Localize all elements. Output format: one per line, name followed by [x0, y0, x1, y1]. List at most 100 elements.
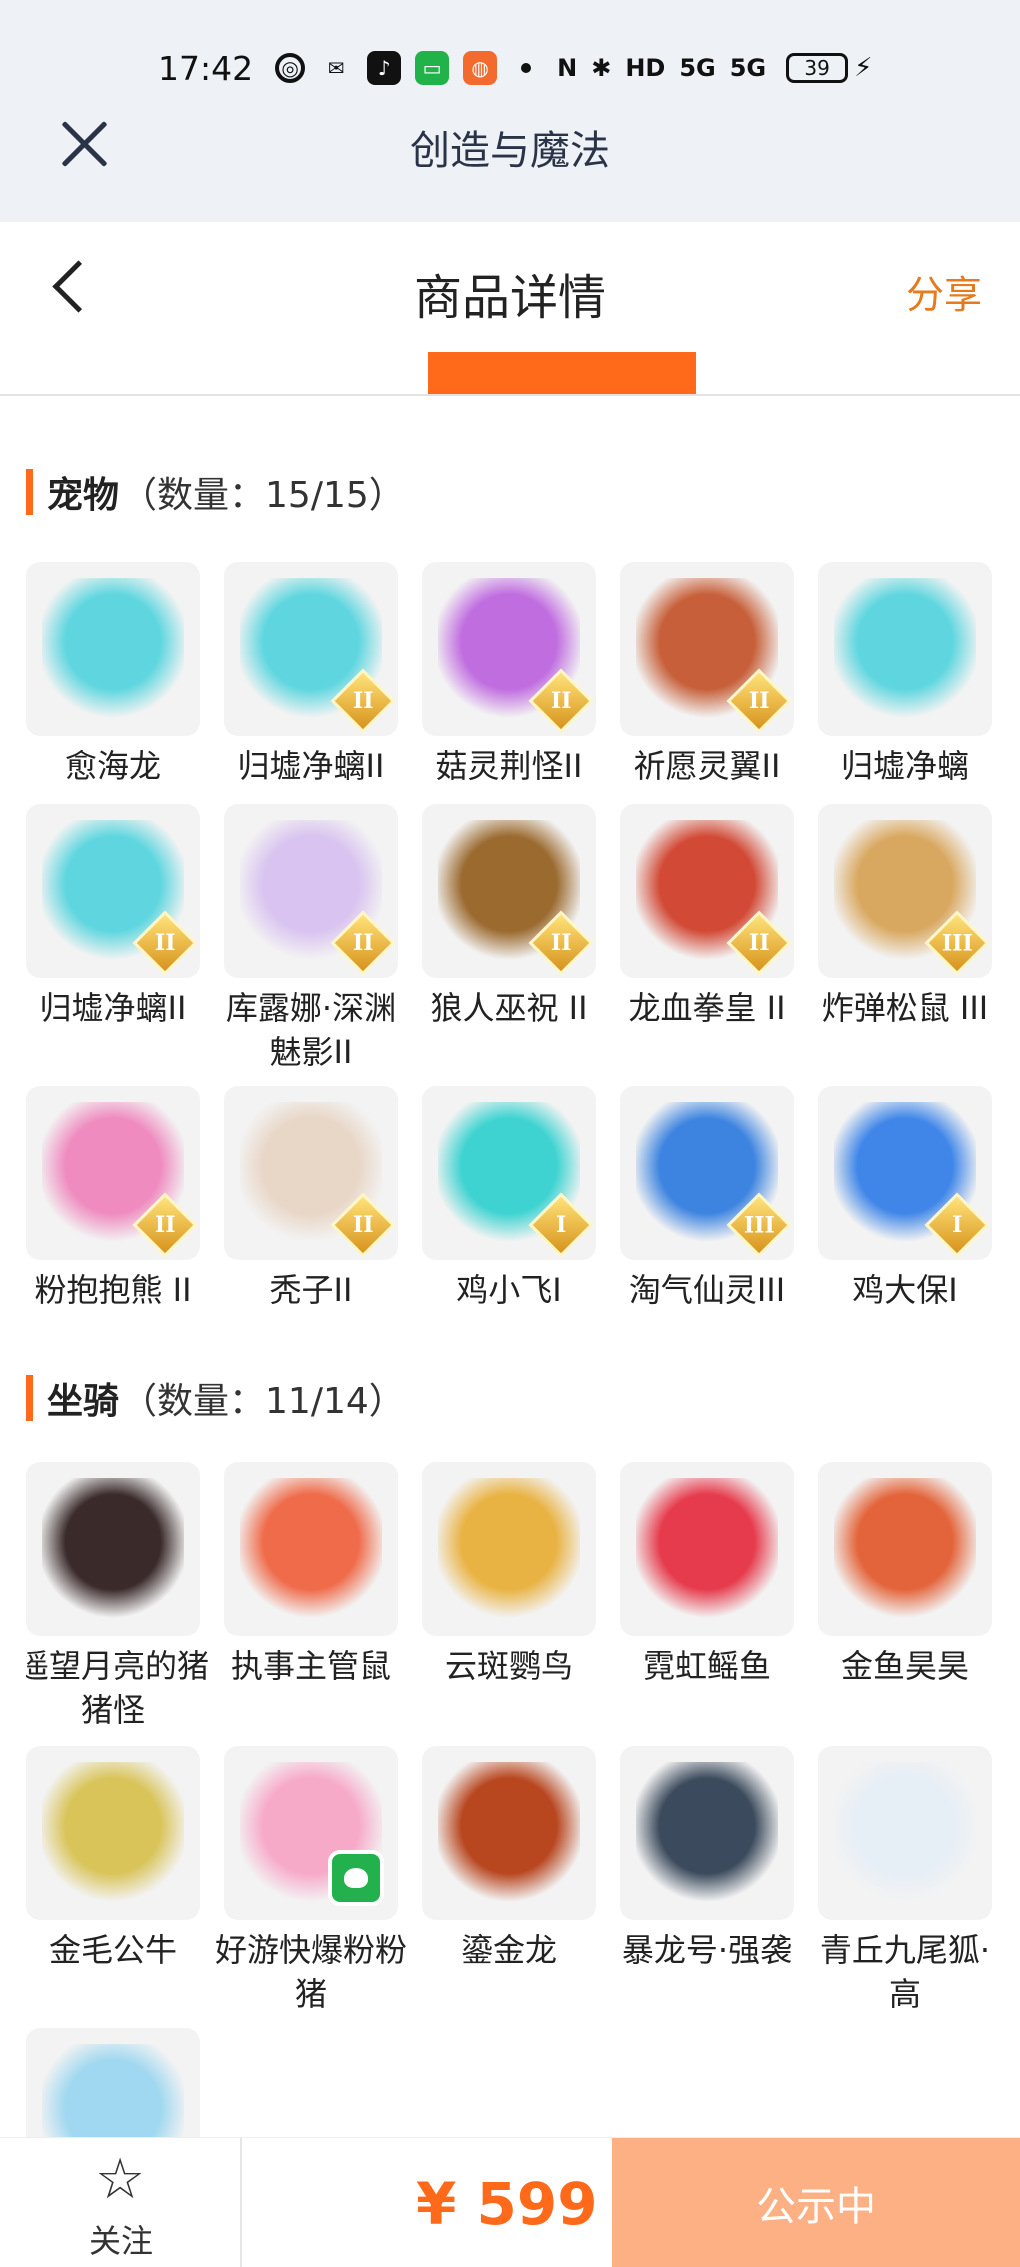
tier-badge-text: I — [555, 1211, 567, 1238]
item-thumbnail — [818, 1462, 992, 1636]
page-header: 商品详情 分享 — [0, 222, 1020, 352]
item-card[interactable]: 归墟净螭 — [818, 562, 992, 788]
share-button[interactable]: 分享 — [906, 264, 982, 319]
item-card[interactable]: II 粉抱抱熊 II — [26, 1086, 200, 1312]
app-logo-icon — [328, 1850, 384, 1906]
section-count: （数量：11/14） — [121, 1381, 405, 1422]
item-thumbnail: I — [818, 1086, 992, 1260]
item-card[interactable]: 青丘九尾狐·高 — [818, 1746, 992, 2016]
active-tab-indicator[interactable] — [428, 352, 696, 394]
item-card[interactable]: 暴龙号·强袭 — [620, 1746, 794, 1972]
item-label: 菇灵荆怪II — [435, 747, 583, 785]
tiktok-icon: ♪ — [367, 51, 402, 85]
section-title-pets: 宠物 （数量：15/15） — [26, 466, 405, 518]
follow-label: 关注 — [88, 2222, 153, 2260]
item-label: 鸡小飞I — [456, 1271, 562, 1309]
item-thumbnail: II — [224, 1086, 398, 1260]
item-thumbnail — [620, 1462, 794, 1636]
item-card[interactable]: II 库露娜·深渊魅影II — [224, 804, 398, 1074]
tier-badge-text: II — [550, 688, 572, 714]
item-image — [42, 1478, 184, 1620]
item-image — [438, 1478, 580, 1620]
item-card[interactable]: II 祈愿灵翼II — [620, 562, 794, 788]
item-card[interactable]: I 鸡小飞I — [422, 1086, 596, 1312]
item-thumbnail: II — [620, 804, 794, 978]
item-card[interactable]: II 龙血拳皇 II — [620, 804, 794, 1030]
item-card[interactable]: II 归墟净螭II — [26, 804, 200, 1030]
tier-badge-text: I — [951, 1211, 963, 1238]
bottom-bar: ☆ 关注 ¥ 599 公示中 — [0, 2137, 1020, 2267]
item-label: 暴龙号·强袭 — [621, 1931, 793, 1969]
item-thumbnail: II — [26, 1086, 200, 1260]
item-card[interactable]: 金毛公牛 — [26, 1746, 200, 1972]
item-card[interactable]: I 鸡大保I — [818, 1086, 992, 1312]
tab-strip[interactable] — [0, 352, 1020, 396]
item-label: 霓虹鳐鱼 — [642, 1647, 771, 1685]
follow-button[interactable]: ☆ 关注 — [0, 2138, 242, 2267]
item-card[interactable]: II 归墟净螭II — [224, 562, 398, 788]
battery-icon: 39 — [786, 53, 849, 83]
item-card[interactable]: 遥望月亮的猪猪怪 — [26, 1462, 209, 1732]
status-time: 17:42 — [158, 48, 254, 88]
webview-title: 创造与魔法 — [410, 128, 610, 174]
star-icon: ☆ — [95, 2147, 146, 2212]
item-thumbnail — [26, 562, 200, 736]
item-label: 遥望月亮的猪猪怪 — [26, 1647, 209, 1729]
item-card[interactable] — [26, 2028, 200, 2137]
status-bar: 17:42 ◎ ✉ ♪ ▭ ◍ N ✱ HD 5G 5G 39 ⚡ — [0, 40, 1020, 96]
item-card[interactable]: 好游快爆粉粉猪 — [215, 1746, 407, 2016]
notification-dot-icon — [521, 63, 532, 73]
item-label: 归墟净螭II — [237, 747, 385, 785]
item-label: 执事主管鼠 — [230, 1647, 391, 1685]
item-card[interactable]: II 秃子II — [224, 1086, 398, 1312]
pets-grid: 愈海龙 II 归墟净螭II II 菇灵荆怪II II 祈愿灵翼II 归墟净螭 II 归墟净螭II I… — [26, 562, 1000, 1322]
item-label: 鸡大保I — [852, 1271, 958, 1309]
hd-icon: HD — [625, 54, 666, 82]
item-thumbnail — [26, 1462, 200, 1636]
item-label: 云斑鹦鸟 — [444, 1647, 573, 1685]
item-thumbnail: III — [818, 804, 992, 978]
item-card[interactable]: 执事主管鼠 — [224, 1462, 398, 1688]
tier-badge-text: II — [352, 930, 374, 956]
item-image — [42, 2044, 184, 2137]
item-card[interactable]: 愈海龙 — [26, 562, 200, 788]
item-image — [834, 1762, 976, 1904]
message-icon: ▭ — [415, 51, 450, 85]
item-label: 归墟净螭 — [840, 747, 969, 785]
top-bar: 17:42 ◎ ✉ ♪ ▭ ◍ N ✱ HD 5G 5G 39 ⚡ 创造与魔法 — [0, 0, 1020, 222]
item-card[interactable]: III 淘气仙灵III — [620, 1086, 794, 1312]
item-label: 秃子II — [269, 1271, 353, 1309]
item-image — [240, 1478, 382, 1620]
item-card[interactable]: 霓虹鳐鱼 — [620, 1462, 794, 1688]
section-count: （数量：15/15） — [121, 475, 405, 516]
tier-badge-text: III — [743, 1212, 775, 1238]
item-label: 鎏金龙 — [460, 1931, 557, 1969]
section-name: 坐骑 — [47, 1381, 120, 1422]
item-thumbnail: III — [620, 1086, 794, 1260]
item-label: 龙血拳皇 II — [628, 989, 786, 1027]
item-image — [636, 1478, 778, 1620]
tier-badge-text: II — [352, 688, 374, 714]
item-thumbnail: II — [620, 562, 794, 736]
item-card[interactable]: 鎏金龙 — [422, 1746, 596, 1972]
item-card[interactable]: III 炸弹松鼠 III — [818, 804, 992, 1030]
item-label: 狼人巫祝 II — [430, 989, 588, 1027]
item-label: 祈愿灵翼II — [633, 747, 781, 785]
item-label: 归墟净螭II — [39, 989, 187, 1027]
item-label: 炸弹松鼠 III — [821, 989, 989, 1027]
item-card[interactable]: II 菇灵荆怪II — [422, 562, 596, 788]
app-icon: ◍ — [463, 51, 498, 85]
status-button[interactable]: 公示中 — [612, 2138, 1020, 2267]
item-label: 粉抱抱熊 II — [34, 1271, 192, 1309]
item-card[interactable]: 云斑鹦鸟 — [422, 1462, 596, 1688]
item-card[interactable]: II 狼人巫祝 II — [422, 804, 596, 1030]
item-thumbnail — [818, 562, 992, 736]
item-thumbnail — [818, 1746, 992, 1920]
item-thumbnail: II — [26, 804, 200, 978]
item-card[interactable]: 金鱼昊昊 — [818, 1462, 992, 1688]
item-thumbnail: II — [422, 562, 596, 736]
wechat-icon: ✉ — [327, 56, 345, 80]
item-label: 金毛公牛 — [48, 1931, 177, 1969]
item-image — [438, 1762, 580, 1904]
tier-badge-text: II — [550, 930, 572, 956]
